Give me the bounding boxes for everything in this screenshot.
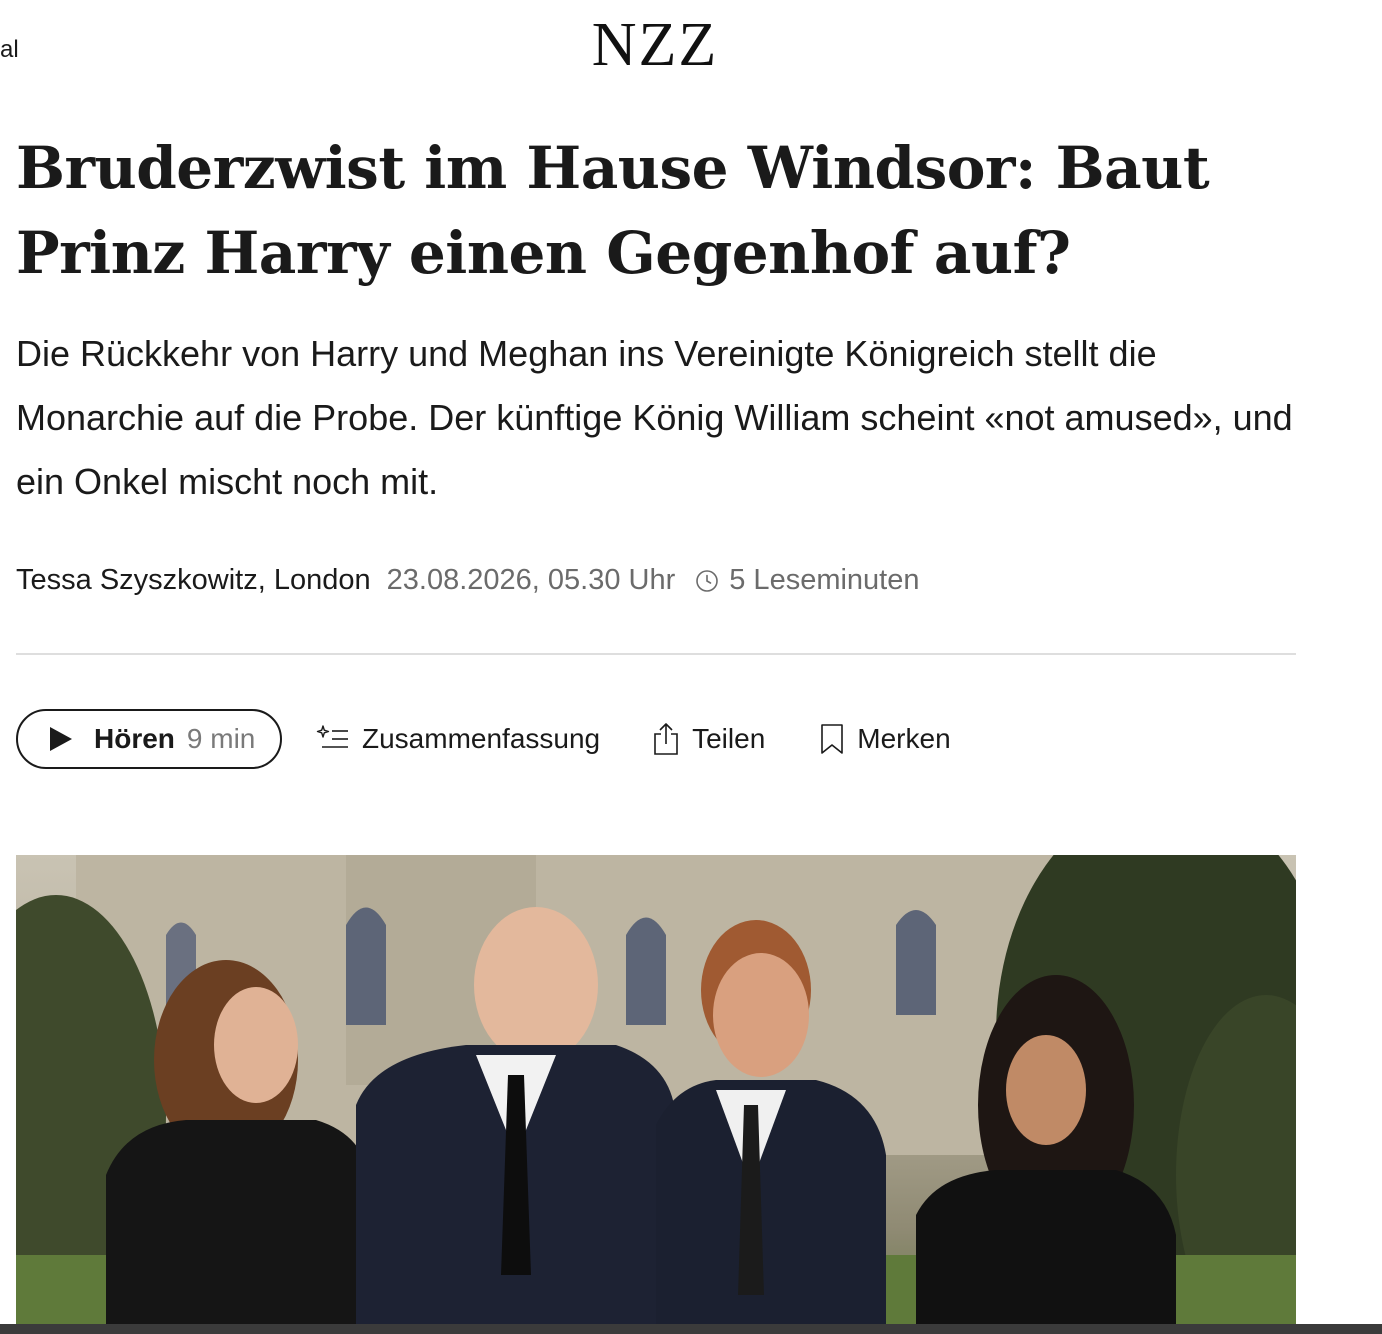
article-lead: Die Rückkehr von Harry und Meghan ins Ve… xyxy=(16,333,1293,502)
article-actions: Hören 9 min Zusammenfassung Teilen Merke… xyxy=(16,707,951,771)
summary-label: Zusammenfassung xyxy=(362,723,601,754)
summary-button[interactable]: Zusammenfassung xyxy=(316,723,600,755)
share-button[interactable]: Teilen xyxy=(652,722,765,756)
article-headline: Bruderzwist im Hause Windsor: Baut Prinz… xyxy=(16,134,1210,287)
reading-time: 5 Leseminuten xyxy=(729,564,920,596)
bookmark-icon xyxy=(821,724,844,754)
listen-label: Hören xyxy=(94,723,175,754)
play-icon xyxy=(50,727,72,751)
nzz-logo[interactable]: NZZ xyxy=(0,14,1310,76)
author-byline[interactable]: Tessa Szyszkowitz, London xyxy=(16,564,371,597)
browser-bottom-edge xyxy=(0,1324,1382,1334)
listen-duration: 9 min xyxy=(186,723,256,754)
listen-button[interactable]: Hören 9 min xyxy=(16,709,282,769)
divider xyxy=(16,653,1296,655)
hero-image xyxy=(16,855,1296,1324)
article-meta: Tessa Szyszkowitz, London 23.08.2026, 05… xyxy=(16,564,920,597)
clock-icon xyxy=(696,569,719,592)
sparkle-list-icon xyxy=(316,725,348,748)
site-header: al NZZ xyxy=(0,0,1382,100)
hero-illustration xyxy=(16,855,1296,1324)
bookmark-label: Merken xyxy=(857,723,951,754)
share-icon xyxy=(654,723,678,755)
bookmark-button[interactable]: Merken xyxy=(819,723,951,755)
share-label: Teilen xyxy=(692,723,766,754)
publish-date: 23.08.2026, 05.30 Uhr xyxy=(386,564,676,596)
